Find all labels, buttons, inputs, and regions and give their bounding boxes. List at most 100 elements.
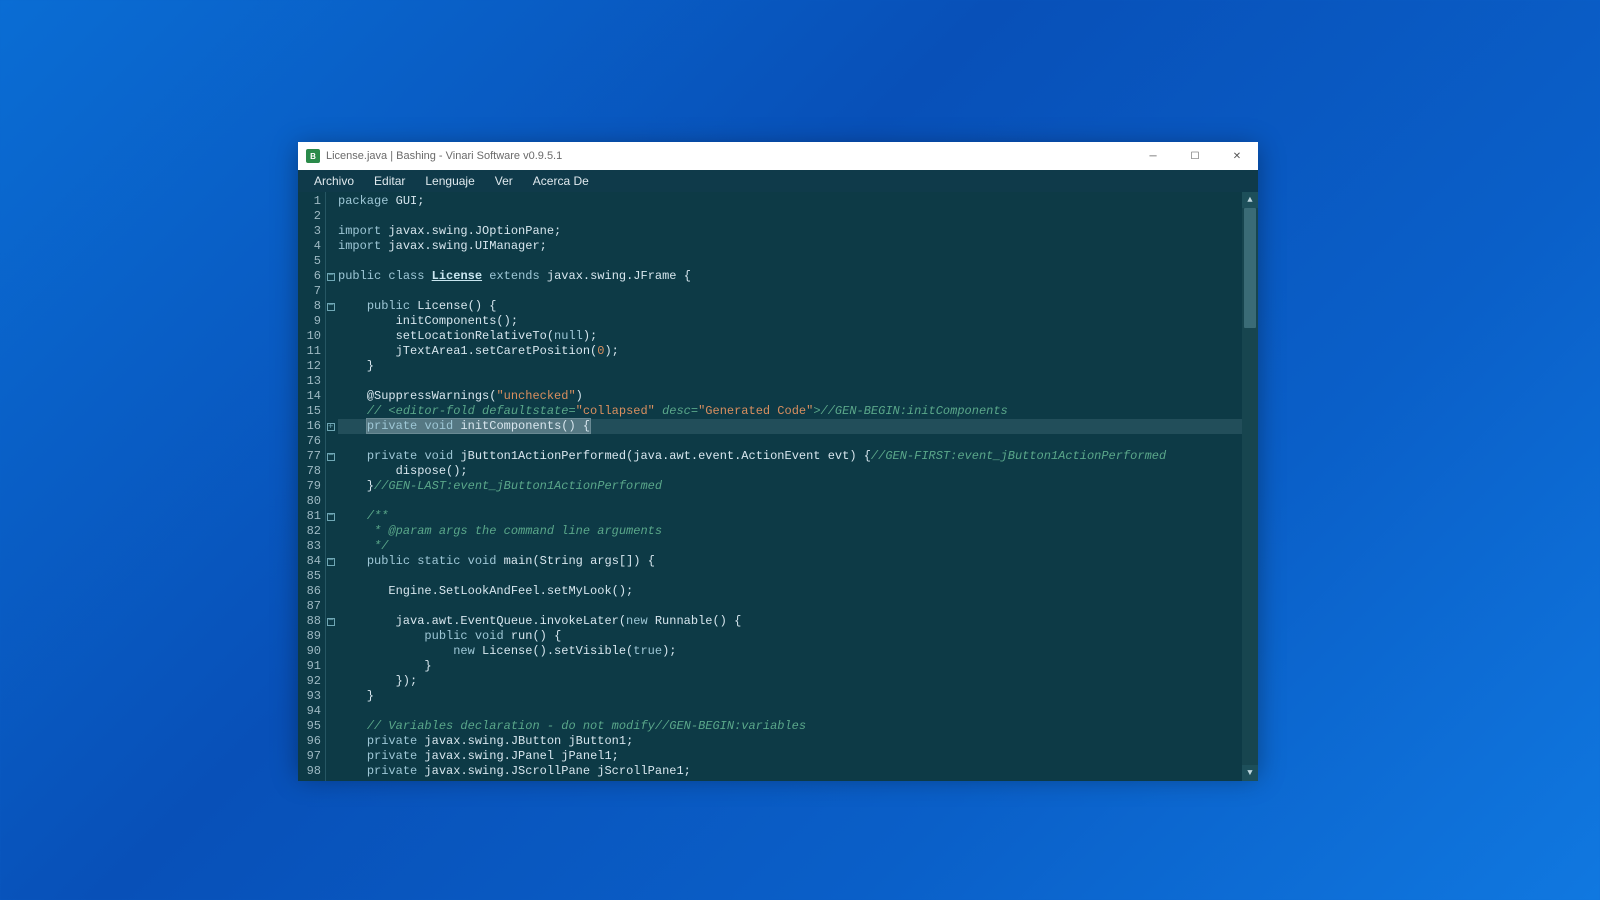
code-line[interactable]: public static void main(String args[]) { bbox=[338, 554, 1242, 569]
line-number: 9 bbox=[298, 314, 321, 329]
fold-column[interactable] bbox=[326, 192, 334, 781]
line-number-gutter: 1234567891011121314151676777879808182838… bbox=[298, 192, 326, 781]
line-number: 88 bbox=[298, 614, 321, 629]
fold-collapse-icon[interactable] bbox=[326, 554, 334, 569]
fold-collapse-icon[interactable] bbox=[326, 614, 334, 629]
code-line[interactable]: private void jButton1ActionPerformed(jav… bbox=[338, 449, 1242, 464]
line-number: 15 bbox=[298, 404, 321, 419]
line-number: 80 bbox=[298, 494, 321, 509]
line-number: 91 bbox=[298, 659, 321, 674]
code-line[interactable]: } bbox=[338, 359, 1242, 374]
code-line[interactable]: @SuppressWarnings("unchecked") bbox=[338, 389, 1242, 404]
line-number: 11 bbox=[298, 344, 321, 359]
line-number: 94 bbox=[298, 704, 321, 719]
code-line[interactable]: }); bbox=[338, 674, 1242, 689]
code-line[interactable]: */ bbox=[338, 539, 1242, 554]
code-line[interactable]: import javax.swing.JOptionPane; bbox=[338, 224, 1242, 239]
code-line[interactable]: }//GEN-LAST:event_jButton1ActionPerforme… bbox=[338, 479, 1242, 494]
line-number: 98 bbox=[298, 764, 321, 779]
code-line[interactable] bbox=[338, 569, 1242, 584]
fold-collapse-icon[interactable] bbox=[326, 449, 334, 464]
code-area[interactable]: package GUI; import javax.swing.JOptionP… bbox=[334, 192, 1242, 781]
line-number: 87 bbox=[298, 599, 321, 614]
code-line[interactable] bbox=[338, 434, 1242, 449]
code-line[interactable]: jTextArea1.setCaretPosition(0); bbox=[338, 344, 1242, 359]
line-number: 78 bbox=[298, 464, 321, 479]
code-line[interactable]: Engine.SetLookAndFeel.setMyLook(); bbox=[338, 584, 1242, 599]
scrollbar-thumb[interactable] bbox=[1244, 208, 1256, 328]
fold-collapse-icon[interactable] bbox=[326, 299, 334, 314]
fold-collapse-icon[interactable] bbox=[326, 509, 334, 524]
titlebar[interactable]: B License.java | Bashing - Vinari Softwa… bbox=[298, 142, 1258, 170]
code-line[interactable]: } bbox=[338, 659, 1242, 674]
code-line[interactable]: package GUI; bbox=[338, 194, 1242, 209]
code-line[interactable] bbox=[338, 704, 1242, 719]
line-number: 1 bbox=[298, 194, 321, 209]
code-line[interactable]: setLocationRelativeTo(null); bbox=[338, 329, 1242, 344]
scroll-up-icon[interactable]: ▲ bbox=[1242, 192, 1258, 208]
menubar: Archivo Editar Lenguaje Ver Acerca De bbox=[298, 170, 1258, 192]
line-number: 93 bbox=[298, 689, 321, 704]
code-line[interactable]: java.awt.EventQueue.invokeLater(new Runn… bbox=[338, 614, 1242, 629]
code-line[interactable]: private javax.swing.JButton jButton1; bbox=[338, 734, 1242, 749]
code-line[interactable] bbox=[338, 209, 1242, 224]
app-window: B License.java | Bashing - Vinari Softwa… bbox=[298, 142, 1258, 774]
code-line[interactable]: public License() { bbox=[338, 299, 1242, 314]
line-number: 13 bbox=[298, 374, 321, 389]
fold-expand-icon[interactable] bbox=[326, 419, 334, 434]
line-number: 16 bbox=[298, 419, 321, 434]
line-number: 90 bbox=[298, 644, 321, 659]
menu-lenguaje[interactable]: Lenguaje bbox=[415, 170, 484, 192]
line-number: 95 bbox=[298, 719, 321, 734]
code-line[interactable]: public class License extends javax.swing… bbox=[338, 269, 1242, 284]
close-button[interactable]: ✕ bbox=[1216, 142, 1258, 170]
line-number: 77 bbox=[298, 449, 321, 464]
line-number: 7 bbox=[298, 284, 321, 299]
line-number: 14 bbox=[298, 389, 321, 404]
vertical-scrollbar[interactable]: ▲ ▼ bbox=[1242, 192, 1258, 781]
maximize-button[interactable]: ☐ bbox=[1174, 142, 1216, 170]
code-line[interactable]: private javax.swing.JPanel jPanel1; bbox=[338, 749, 1242, 764]
minimize-button[interactable]: ─ bbox=[1132, 142, 1174, 170]
line-number: 82 bbox=[298, 524, 321, 539]
menu-ver[interactable]: Ver bbox=[485, 170, 523, 192]
window-title: License.java | Bashing - Vinari Software… bbox=[326, 150, 562, 162]
code-line[interactable]: initComponents(); bbox=[338, 314, 1242, 329]
code-editor[interactable]: 1234567891011121314151676777879808182838… bbox=[298, 192, 1258, 781]
line-number: 83 bbox=[298, 539, 321, 554]
code-line[interactable]: * @param args the command line arguments bbox=[338, 524, 1242, 539]
code-line[interactable] bbox=[338, 494, 1242, 509]
line-number: 84 bbox=[298, 554, 321, 569]
code-line[interactable]: private void initComponents() { bbox=[338, 419, 1242, 434]
code-line[interactable]: import javax.swing.UIManager; bbox=[338, 239, 1242, 254]
code-line[interactable]: private javax.swing.JScrollPane jScrollP… bbox=[338, 764, 1242, 779]
fold-collapse-icon[interactable] bbox=[326, 269, 334, 284]
close-icon: ✕ bbox=[1233, 151, 1241, 162]
code-line[interactable]: /** bbox=[338, 509, 1242, 524]
code-line[interactable]: // <editor-fold defaultstate="collapsed"… bbox=[338, 404, 1242, 419]
code-line[interactable] bbox=[338, 374, 1242, 389]
menu-editar[interactable]: Editar bbox=[364, 170, 415, 192]
code-line[interactable]: dispose(); bbox=[338, 464, 1242, 479]
code-line[interactable] bbox=[338, 254, 1242, 269]
code-line[interactable]: new License().setVisible(true); bbox=[338, 644, 1242, 659]
line-number: 76 bbox=[298, 434, 321, 449]
menu-archivo[interactable]: Archivo bbox=[304, 170, 364, 192]
code-line[interactable]: // Variables declaration - do not modify… bbox=[338, 719, 1242, 734]
line-number: 2 bbox=[298, 209, 321, 224]
menu-acerca[interactable]: Acerca De bbox=[523, 170, 599, 192]
code-line[interactable]: } bbox=[338, 689, 1242, 704]
line-number: 96 bbox=[298, 734, 321, 749]
line-number: 5 bbox=[298, 254, 321, 269]
code-line[interactable] bbox=[338, 284, 1242, 299]
code-line[interactable] bbox=[338, 599, 1242, 614]
line-number: 6 bbox=[298, 269, 321, 284]
scroll-down-icon[interactable]: ▼ bbox=[1242, 765, 1258, 781]
line-number: 10 bbox=[298, 329, 321, 344]
line-number: 8 bbox=[298, 299, 321, 314]
code-line[interactable]: public void run() { bbox=[338, 629, 1242, 644]
line-number: 79 bbox=[298, 479, 321, 494]
line-number: 97 bbox=[298, 749, 321, 764]
maximize-icon: ☐ bbox=[1191, 151, 1200, 162]
minimize-icon: ─ bbox=[1149, 151, 1156, 162]
